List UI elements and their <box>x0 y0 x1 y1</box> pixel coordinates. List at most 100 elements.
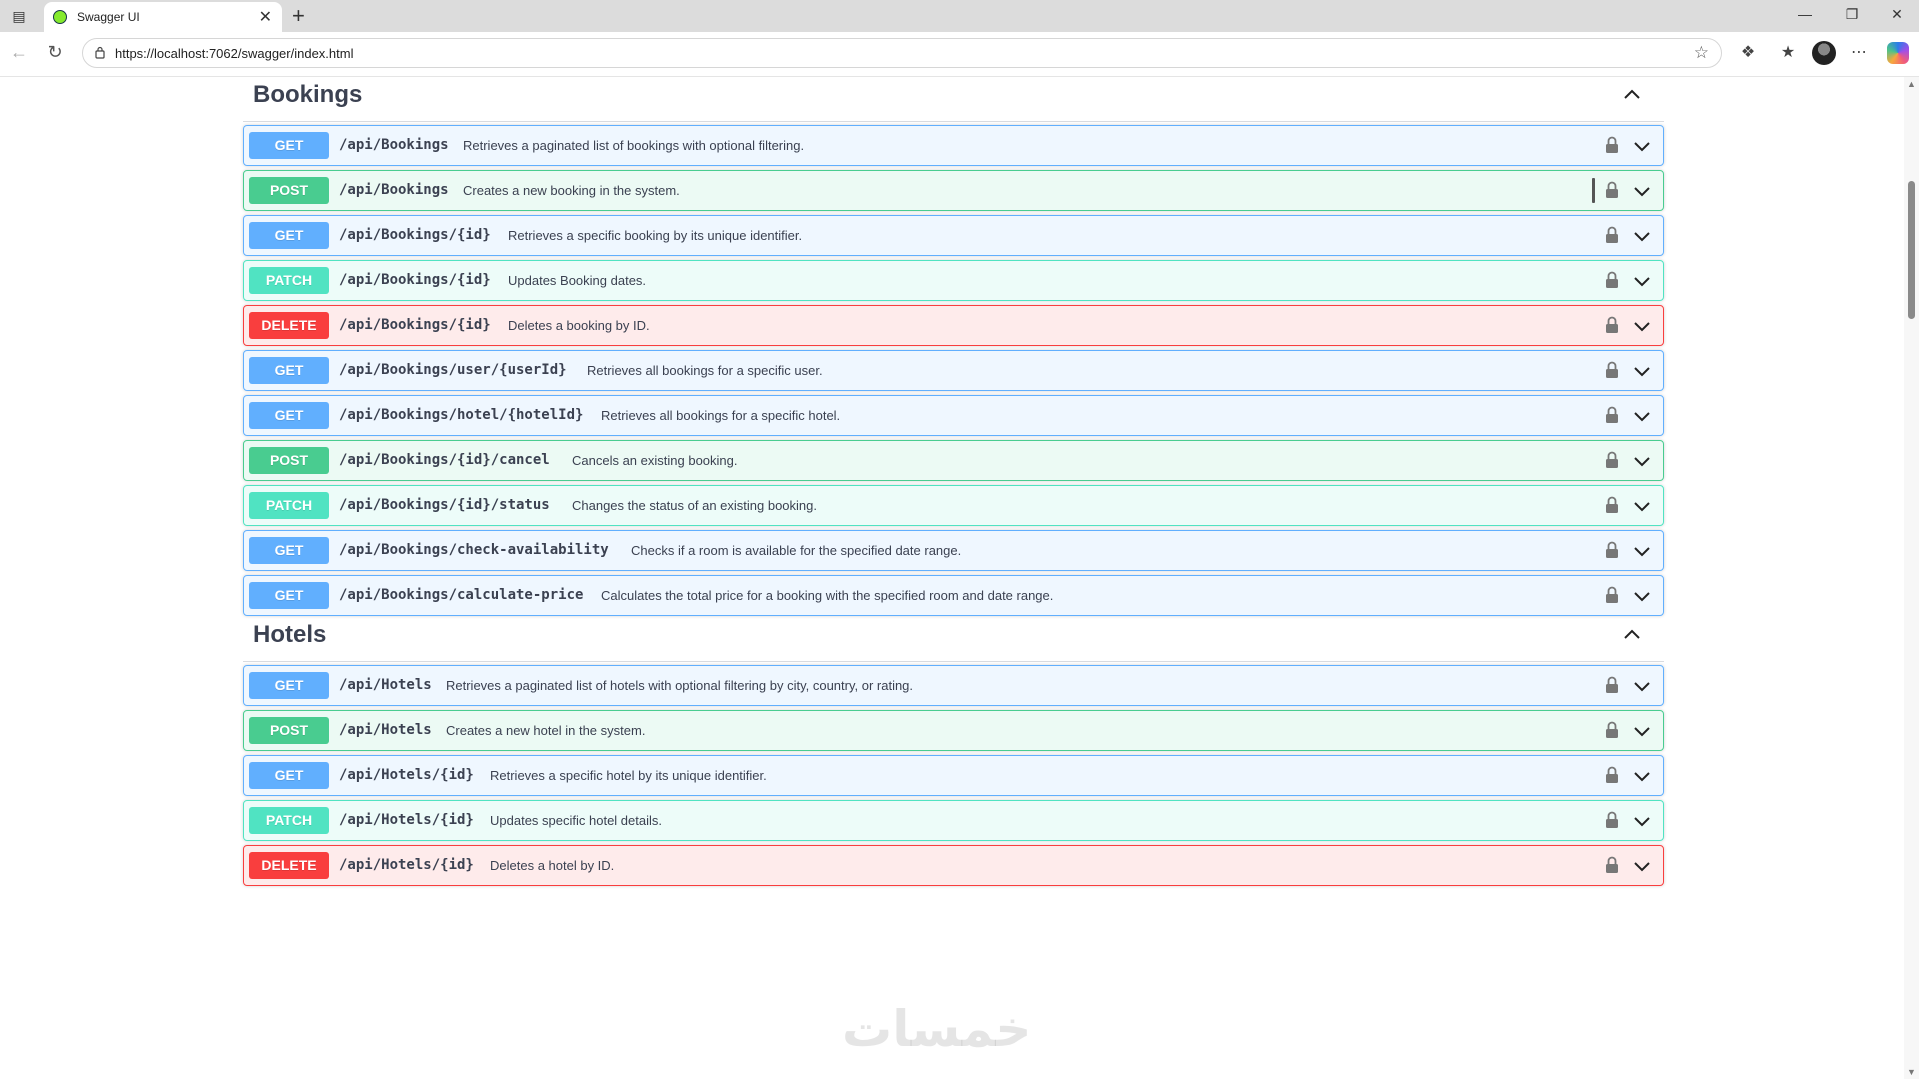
operation-summary: Changes the status of an existing bookin… <box>572 498 817 513</box>
operation-row[interactable]: DELETE /api/Hotels/{id} Deletes a hotel … <box>243 845 1664 886</box>
operation-summary: Updates specific hotel details. <box>490 813 662 828</box>
lock-icon[interactable] <box>1605 541 1619 559</box>
operation-row[interactable]: GET /api/Bookings/check-availability Che… <box>243 530 1664 571</box>
chevron-down-icon[interactable] <box>1633 182 1651 200</box>
chevron-down-icon[interactable] <box>1633 137 1651 155</box>
section-header-hotels[interactable]: Hotels <box>243 617 1664 662</box>
lock-icon[interactable] <box>1605 856 1619 874</box>
method-badge: POST <box>249 177 329 204</box>
lock-icon[interactable] <box>1605 271 1619 289</box>
lock-icon[interactable] <box>1605 226 1619 244</box>
chevron-down-icon[interactable] <box>1633 407 1651 425</box>
vertical-scrollbar[interactable]: ▲ ▼ <box>1904 77 1919 1079</box>
window-close-icon[interactable]: ✕ <box>1887 6 1907 23</box>
operation-summary: Retrieves a paginated list of hotels wit… <box>446 678 914 693</box>
favorite-star-icon[interactable]: ☆ <box>1694 43 1709 63</box>
chevron-down-icon[interactable] <box>1633 497 1651 515</box>
scroll-down-icon[interactable]: ▼ <box>1907 1067 1916 1077</box>
chevron-down-icon[interactable] <box>1633 767 1651 785</box>
chevron-down-icon[interactable] <box>1633 317 1651 335</box>
lock-icon[interactable] <box>1605 811 1619 829</box>
operation-row[interactable]: POST /api/Bookings Creates a new booking… <box>243 170 1664 211</box>
operation-row[interactable]: GET /api/Hotels Retrieves a paginated li… <box>243 665 1664 706</box>
operation-path: /api/Bookings/{id}/cancel <box>339 452 550 468</box>
operation-row[interactable]: DELETE /api/Bookings/{id} Deletes a book… <box>243 305 1664 346</box>
new-tab-icon[interactable]: + <box>292 3 305 29</box>
operation-summary: Deletes a hotel by ID. <box>490 858 615 873</box>
lock-icon[interactable] <box>1605 316 1619 334</box>
operation-path: /api/Hotels/{id} <box>339 812 474 828</box>
extensions-icon[interactable]: ❖ <box>1737 42 1759 62</box>
lock-icon[interactable] <box>1605 181 1619 199</box>
method-badge: GET <box>249 672 329 699</box>
operation-summary: Retrieves a paginated list of bookings w… <box>463 138 805 153</box>
tab-actions-icon[interactable]: ▤ <box>8 5 30 27</box>
swagger-content: Bookings GET /api/Bookings Retrieves a p… <box>0 77 1904 1079</box>
chevron-up-icon[interactable] <box>1622 625 1642 645</box>
lock-icon[interactable] <box>1605 136 1619 154</box>
lock-icon[interactable] <box>1605 676 1619 694</box>
restore-icon[interactable]: ❐ <box>1842 6 1862 23</box>
method-badge: GET <box>249 357 329 384</box>
operation-row[interactable]: POST /api/Bookings/{id}/cancel Cancels a… <box>243 440 1664 481</box>
refresh-icon[interactable]: ↻ <box>44 42 66 63</box>
copilot-icon[interactable] <box>1887 42 1909 64</box>
operation-row[interactable]: GET /api/Bookings Retrieves a paginated … <box>243 125 1664 166</box>
chevron-up-icon[interactable] <box>1622 85 1642 105</box>
profile-avatar[interactable] <box>1812 41 1836 65</box>
operation-row[interactable]: GET /api/Hotels/{id} Retrieves a specifi… <box>243 755 1664 796</box>
operation-row[interactable]: PATCH /api/Bookings/{id}/status Changes … <box>243 485 1664 526</box>
scroll-thumb[interactable] <box>1908 181 1915 319</box>
operation-row[interactable]: GET /api/Bookings/calculate-price Calcul… <box>243 575 1664 616</box>
method-badge: POST <box>249 717 329 744</box>
lock-icon[interactable] <box>1605 406 1619 424</box>
operation-summary: Retrieves all bookings for a specific ho… <box>601 408 841 423</box>
browser-tab[interactable]: Swagger UI ✕ <box>44 2 282 32</box>
lock-icon[interactable] <box>1605 451 1619 469</box>
operation-path: /api/Bookings/{id} <box>339 272 491 288</box>
section-header-bookings[interactable]: Bookings <box>243 77 1664 122</box>
method-badge: GET <box>249 132 329 159</box>
method-badge: DELETE <box>249 312 329 339</box>
swagger-favicon-icon <box>53 10 67 24</box>
operation-row[interactable]: GET /api/Bookings/hotel/{hotelId} Retrie… <box>243 395 1664 436</box>
operation-row[interactable]: PATCH /api/Hotels/{id} Updates specific … <box>243 800 1664 841</box>
chevron-down-icon[interactable] <box>1633 452 1651 470</box>
lock-icon[interactable] <box>1605 496 1619 514</box>
operation-summary: Retrieves a specific booking by its uniq… <box>508 228 803 243</box>
chevron-down-icon[interactable] <box>1633 227 1651 245</box>
url-text: https://localhost:7062/swagger/index.htm… <box>115 46 354 61</box>
operation-path: /api/Bookings/calculate-price <box>339 587 584 603</box>
lock-icon[interactable] <box>1605 766 1619 784</box>
operation-row[interactable]: PATCH /api/Bookings/{id} Updates Booking… <box>243 260 1664 301</box>
minimize-icon[interactable]: — <box>1795 6 1815 22</box>
operation-summary: Retrieves all bookings for a specific us… <box>587 363 823 378</box>
operation-summary: Cancels an existing booking. <box>572 453 738 468</box>
lock-icon[interactable] <box>1605 586 1619 604</box>
operation-path: /api/Bookings/{id} <box>339 317 491 333</box>
chevron-down-icon[interactable] <box>1633 722 1651 740</box>
operation-path: /api/Bookings <box>339 182 449 198</box>
chevron-down-icon[interactable] <box>1633 272 1651 290</box>
watermark: خمسات <box>842 1001 1032 1057</box>
address-bar[interactable]: https://localhost:7062/swagger/index.htm… <box>82 38 1722 68</box>
operation-row[interactable]: GET /api/Bookings/{id} Retrieves a speci… <box>243 215 1664 256</box>
operation-summary: Checks if a room is available for the sp… <box>631 543 962 558</box>
favorites-icon[interactable]: ★ <box>1777 42 1799 62</box>
chevron-down-icon[interactable] <box>1633 857 1651 875</box>
operation-row[interactable]: POST /api/Hotels Creates a new hotel in … <box>243 710 1664 751</box>
chevron-down-icon[interactable] <box>1633 542 1651 560</box>
lock-icon[interactable] <box>1605 721 1619 739</box>
method-badge: PATCH <box>249 807 329 834</box>
chevron-down-icon[interactable] <box>1633 812 1651 830</box>
chevron-down-icon[interactable] <box>1633 677 1651 695</box>
back-icon[interactable]: ← <box>8 42 30 63</box>
text-cursor <box>1592 178 1595 203</box>
close-tab-icon[interactable]: ✕ <box>259 7 272 27</box>
operation-row[interactable]: GET /api/Bookings/user/{userId} Retrieve… <box>243 350 1664 391</box>
chevron-down-icon[interactable] <box>1633 362 1651 380</box>
lock-icon[interactable] <box>1605 361 1619 379</box>
more-menu-icon[interactable]: ⋯ <box>1848 42 1870 62</box>
chevron-down-icon[interactable] <box>1633 587 1651 605</box>
scroll-up-icon[interactable]: ▲ <box>1907 79 1916 89</box>
